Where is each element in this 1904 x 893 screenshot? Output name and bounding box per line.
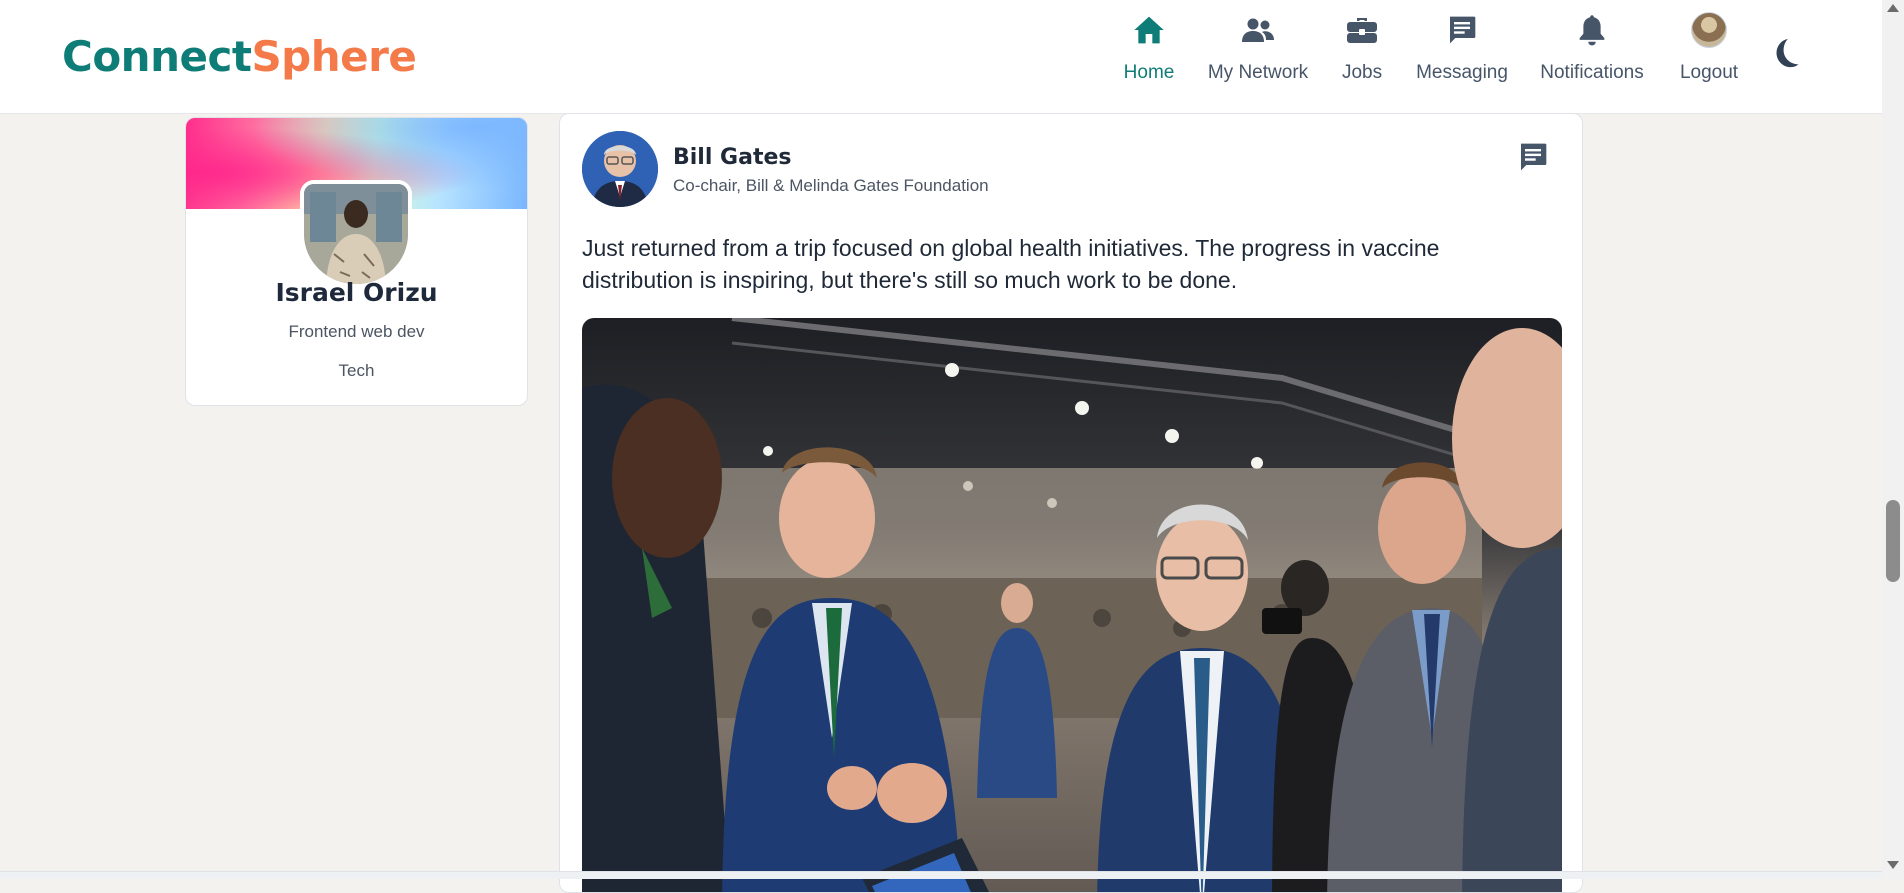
nav-messaging[interactable]: Messaging bbox=[1416, 12, 1508, 92]
brand-part-1: Connect bbox=[62, 32, 252, 81]
post-author-headline: Co-chair, Bill & Melinda Gates Foundatio… bbox=[673, 176, 989, 195]
nav-my-network-label: My Network bbox=[1207, 62, 1309, 83]
brand-logo[interactable]: ConnectSphere bbox=[62, 31, 417, 83]
message-icon bbox=[1444, 12, 1480, 48]
nav-jobs[interactable]: Jobs bbox=[1342, 12, 1382, 92]
post-author-avatar[interactable] bbox=[582, 131, 658, 207]
bell-icon bbox=[1574, 12, 1610, 48]
post-author-name[interactable]: Bill Gates bbox=[673, 145, 792, 170]
brand-part-2: Sphere bbox=[251, 32, 417, 81]
scroll-down-icon[interactable] bbox=[1887, 861, 1899, 869]
nav-home[interactable]: Home bbox=[1124, 12, 1174, 92]
nav-notifications-label: Notifications bbox=[1540, 62, 1644, 83]
nav-notifications[interactable]: Notifications bbox=[1539, 12, 1645, 92]
horizontal-scrollbar[interactable] bbox=[0, 871, 1882, 879]
profile-role: Frontend web dev bbox=[288, 322, 425, 341]
people-icon bbox=[1240, 12, 1276, 48]
post-text: Just returned from a trip focused on glo… bbox=[582, 235, 1440, 293]
scroll-thumb[interactable] bbox=[1886, 500, 1900, 582]
message-icon bbox=[1521, 143, 1547, 171]
top-navbar: ConnectSphere Home My Network Jobs Messa… bbox=[0, 0, 1882, 114]
scroll-up-icon[interactable] bbox=[1887, 4, 1899, 12]
user-avatar bbox=[1691, 12, 1727, 48]
vertical-scrollbar[interactable] bbox=[1882, 0, 1904, 879]
briefcase-icon bbox=[1344, 12, 1380, 48]
profile-photo[interactable] bbox=[300, 180, 412, 288]
home-icon bbox=[1131, 12, 1167, 48]
profile-industry: Tech bbox=[338, 361, 375, 380]
nav-logout[interactable]: Logout bbox=[1679, 12, 1739, 92]
nav-home-label: Home bbox=[1123, 62, 1175, 83]
post-image[interactable] bbox=[582, 318, 1562, 892]
profile-card: Israel Orizu Frontend web dev Tech bbox=[185, 117, 528, 406]
message-author-button[interactable] bbox=[1517, 141, 1553, 177]
nav-jobs-label: Jobs bbox=[1341, 62, 1383, 83]
moon-icon[interactable] bbox=[1768, 36, 1802, 70]
nav-my-network[interactable]: My Network bbox=[1208, 12, 1308, 92]
post-card: Bill Gates Co-chair, Bill & Melinda Gate… bbox=[559, 113, 1583, 893]
nav-logout-label: Logout bbox=[1679, 62, 1739, 83]
profile-name[interactable]: Israel Orizu bbox=[186, 278, 527, 307]
nav-messaging-label: Messaging bbox=[1416, 62, 1508, 83]
